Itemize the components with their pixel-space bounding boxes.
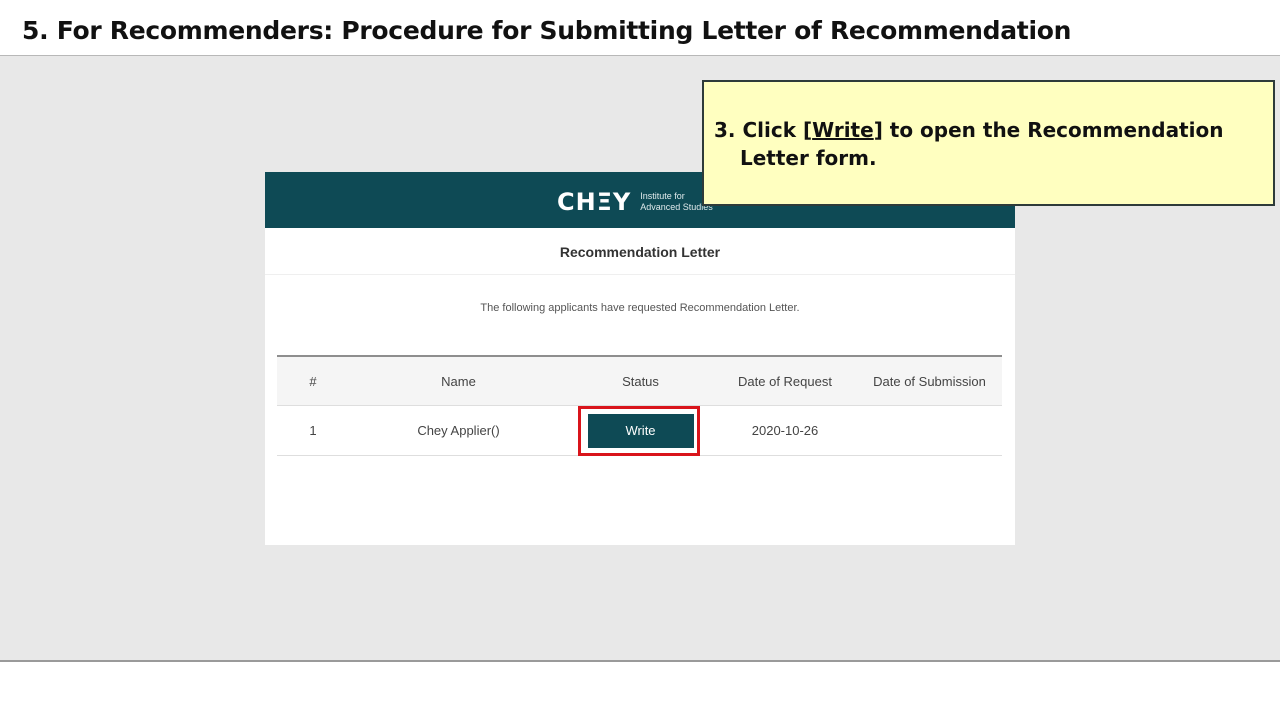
chey-logo[interactable]: CHΞY Institute for Advanced Studies <box>557 190 713 214</box>
bottom-divider <box>0 660 1280 662</box>
slide-title: 5. For Recommenders: Procedure for Submi… <box>22 16 1072 45</box>
callout-rest: to open the Recommendation <box>882 118 1224 142</box>
callout-write-link: Write <box>812 118 874 142</box>
callout-step: 3. Click <box>714 118 803 142</box>
page-heading: Recommendation Letter <box>265 229 1015 275</box>
recommendation-page: CHΞY Institute for Advanced Studies Reco… <box>265 172 1015 545</box>
col-header-date-submission: Date of Submission <box>873 373 986 389</box>
slide: 5. For Recommenders: Procedure for Submi… <box>0 0 1280 720</box>
col-header-number: # <box>309 373 317 389</box>
col-header-status: Status <box>622 373 659 389</box>
write-button-highlight <box>578 406 700 456</box>
col-header-date-request: Date of Request <box>738 373 832 389</box>
callout-line-2: Letter form. <box>740 146 877 170</box>
row-number: 1 <box>309 423 317 438</box>
row-date-request: 2020-10-26 <box>751 423 819 438</box>
table-header: # Name Status Date of Request Date of Su… <box>277 355 1002 406</box>
row-name: Chey Applier() <box>417 423 500 438</box>
instruction-callout: 3. Click [Write] to open the Recommendat… <box>702 80 1275 206</box>
logo-mark: CHΞY <box>557 188 632 216</box>
col-header-name: Name <box>441 373 476 389</box>
callout-bracket-close: ] <box>873 118 883 142</box>
intro-text: The following applicants have requested … <box>480 302 800 314</box>
callout-line-1: 3. Click [Write] to open the Recommendat… <box>714 116 1253 144</box>
callout-bracket-open: [ <box>802 118 813 142</box>
